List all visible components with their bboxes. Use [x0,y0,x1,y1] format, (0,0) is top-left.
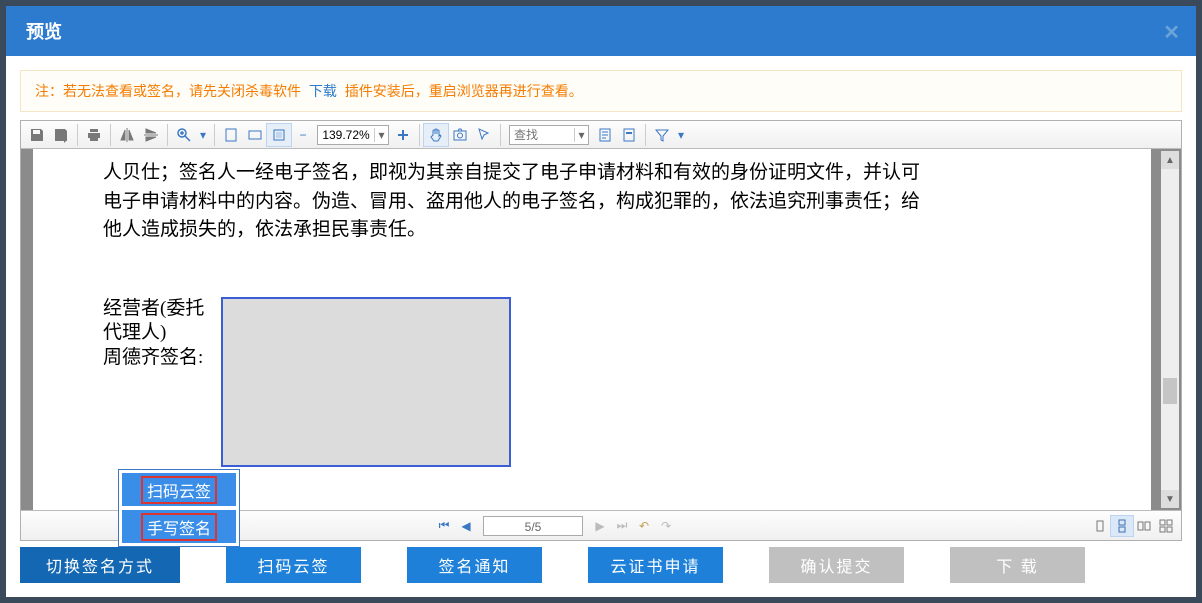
viewer-toolbar: ▾ − ▾ ▾ ▾ [21,121,1181,149]
document-area: 人贝仕；签名人一经电子签名，即视为其亲自提交了电子申请材料和有效的身份证明文件，… [21,149,1181,510]
notice-text-2: 插件安装后，重启浏览器再进行查看。 [345,83,583,99]
signature-box[interactable] [221,297,511,467]
notice-text-1: 注：若无法查看或签名，请先关闭杀毒软件 [35,83,301,99]
doc-line-2: 电子申请材料中的内容。伪造、冒用、盗用他人的电子签名，构成犯罪的，依法追究刑事责… [103,188,1081,217]
layout-facing-icon[interactable] [1133,516,1155,536]
scroll-up-icon[interactable]: ▲ [1161,151,1179,169]
zoom-in-icon[interactable] [172,124,196,146]
popup-scan-sign[interactable]: 扫码云签 [121,472,237,507]
fit-width-icon[interactable] [243,124,267,146]
actual-size-icon[interactable] [267,124,291,146]
search-input[interactable] [510,128,574,142]
notice-bar: 注：若无法查看或签名，请先关闭杀毒软件 下载 插件安装后，重启浏览器再进行查看。 [20,70,1182,112]
footer-buttons: 切换签名方式 扫码云签 签名通知 云证书申请 确认提交 下 载 [6,541,1196,597]
signature-label: 经营者(委托 代理人) 周德齐签名: [103,297,221,467]
fit-page-icon[interactable] [219,124,243,146]
page-content: 人贝仕；签名人一经电子签名，即视为其亲自提交了电子申请材料和有效的身份证明文件，… [33,149,1151,510]
download-plugin-link[interactable]: 下载 [309,83,337,99]
confirm-submit-button: 确认提交 [769,547,904,583]
scroll-thumb[interactable] [1163,378,1177,404]
first-page-icon[interactable]: ⏮ [433,518,455,533]
fwd-view-icon: ↷ [655,519,677,533]
zoom-value-field[interactable] [318,127,374,143]
scroll-down-icon[interactable]: ▼ [1161,490,1179,508]
last-page-icon: ⏭ [611,518,633,533]
window-title: 预览 [26,18,62,44]
snapshot-icon[interactable] [448,124,472,146]
doc-line-partial: 人贝仕；签名人一经电子签名，即视为其亲自提交了电子申请材料和有效的身份证明文件，… [103,159,1081,188]
zoom-plus-icon[interactable] [391,124,415,146]
flip-h-icon[interactable] [115,124,139,146]
saveas-icon[interactable] [49,124,73,146]
flip-v-icon[interactable] [139,124,163,146]
doc-icon[interactable] [593,124,617,146]
filter-dropdown-icon[interactable]: ▾ [674,124,688,146]
zoom-dropdown-icon[interactable]: ▾ [196,124,210,146]
layout-single-icon[interactable] [1089,516,1111,536]
zoom-input[interactable]: ▾ [317,125,389,145]
doc-line-3: 他人造成损失的，依法承担民事责任。 [103,216,1081,245]
signature-row: 经营者(委托 代理人) 周德齐签名: [103,297,1081,467]
search-box[interactable]: ▾ [509,125,589,145]
zoom-value-dropdown[interactable]: ▾ [374,128,388,142]
page-number-box[interactable]: 5/5 [483,516,583,536]
preview-window: 预览 ✕ 注：若无法查看或签名，请先关闭杀毒软件 下载 插件安装后，重启浏览器再… [6,6,1196,597]
prev-page-icon[interactable]: ◀ [455,519,477,533]
back-view-icon[interactable]: ↶ [633,519,655,533]
hand-tool-icon[interactable] [424,124,448,146]
sign-notify-button[interactable]: 签名通知 [407,547,542,583]
vertical-scrollbar[interactable]: ▲ ▼ [1161,151,1179,508]
save-icon[interactable] [25,124,49,146]
scroll-track[interactable] [1161,169,1179,490]
layout-continuous-icon[interactable] [1111,516,1133,536]
search-dropdown[interactable]: ▾ [574,128,588,142]
layout-facing-cont-icon[interactable] [1155,516,1177,536]
print-icon[interactable] [82,124,106,146]
download-button: 下 载 [950,547,1085,583]
filter-icon[interactable] [650,124,674,146]
cloud-cert-button[interactable]: 云证书申请 [588,547,723,583]
doc-highlight-icon[interactable] [617,124,641,146]
select-tool-icon[interactable] [472,124,496,146]
titlebar: 预览 ✕ [6,6,1196,56]
next-page-icon: ▶ [589,519,611,533]
sign-method-dropdown: 扫码云签 手写签名 [118,469,240,547]
popup-handwrite-sign[interactable]: 手写签名 [121,509,237,544]
zoom-minus-icon[interactable]: − [291,124,315,146]
switch-sign-method-button[interactable]: 切换签名方式 [20,547,180,583]
close-icon[interactable]: ✕ [1163,20,1180,45]
scan-sign-button[interactable]: 扫码云签 [226,547,361,583]
